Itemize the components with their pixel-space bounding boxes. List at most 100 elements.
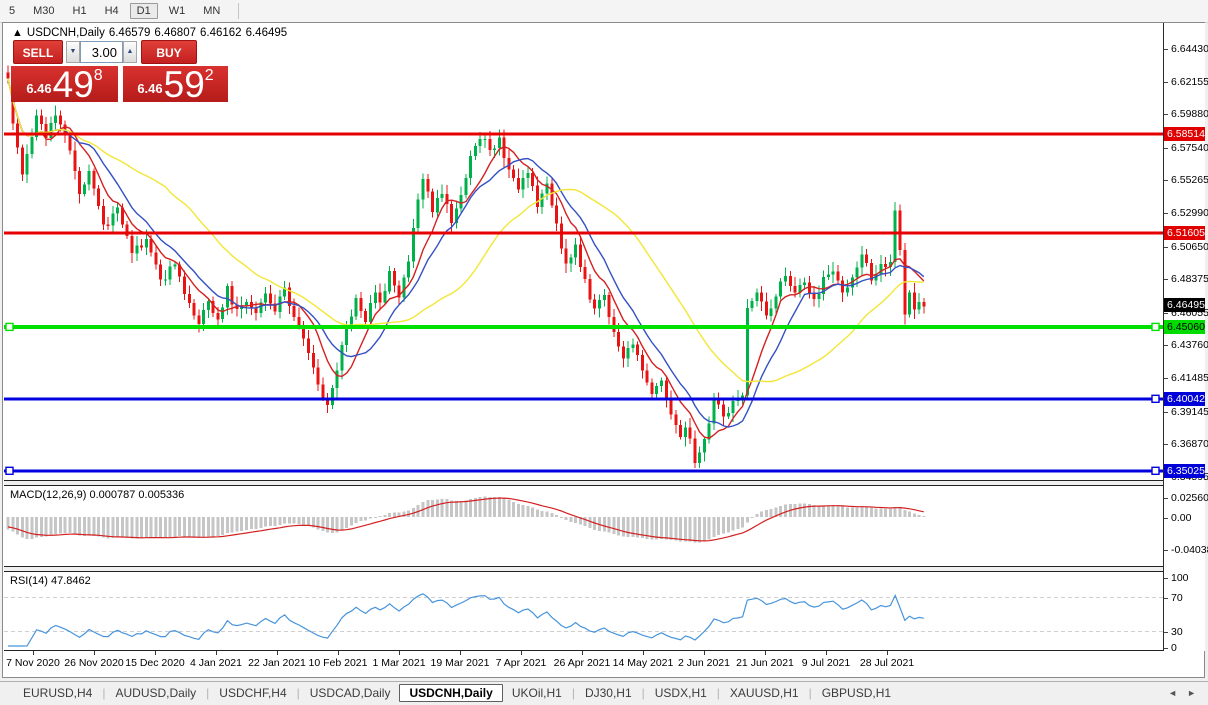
date-tick-mark <box>643 651 644 655</box>
volume-increase-button[interactable]: ▲ <box>123 41 137 63</box>
tab-usdx[interactable]: USDX,H1 <box>646 684 716 702</box>
price-tick-label: 6.39145 <box>1171 406 1208 418</box>
rsi-tick-label: 70 <box>1171 592 1183 604</box>
tab-usdchf[interactable]: USDCHF,H4 <box>210 684 295 702</box>
date-label: 7 Nov 2020 <box>6 657 60 669</box>
rsi-pane[interactable] <box>4 572 1163 650</box>
price-tick-label: 6.55265 <box>1171 174 1208 186</box>
timeframe-w1[interactable]: W1 <box>162 3 193 19</box>
tab-separator: | <box>206 686 209 700</box>
date-tick-mark <box>765 651 766 655</box>
date-label: 4 Jan 2021 <box>190 657 242 669</box>
date-tick-mark <box>521 651 522 655</box>
buy-price-pip: 2 <box>205 67 214 85</box>
hline-6.45060[interactable] <box>4 325 1163 329</box>
hline-handle-left[interactable] <box>6 323 13 330</box>
tab-usdcad[interactable]: USDCAD,Daily <box>301 684 400 702</box>
date-label: 10 Feb 2021 <box>309 657 368 669</box>
buy-button[interactable]: BUY <box>141 40 197 64</box>
price-tick-mark <box>1164 180 1168 181</box>
sell-button[interactable]: SELL <box>13 40 63 64</box>
pane-splitter-2[interactable] <box>4 566 1204 572</box>
price-badge-last: 6.46495 <box>1164 298 1205 312</box>
hline-6.58514[interactable] <box>4 132 1163 135</box>
timeframe-h4[interactable]: H4 <box>98 3 126 19</box>
tab-scroll-right-icon[interactable]: ► <box>1187 688 1196 698</box>
tab-separator: | <box>809 686 812 700</box>
tab-ukoil[interactable]: UKOil,H1 <box>503 684 571 702</box>
ohlc-close: 6.46495 <box>246 27 288 39</box>
volume-decrease-button[interactable]: ▼ <box>66 41 80 63</box>
macd-tick-label: -0.040386 <box>1171 544 1208 556</box>
tab-scroll-left-icon[interactable]: ◄ <box>1168 688 1177 698</box>
one-click-trading-toggle-icon[interactable]: ▲ <box>12 27 23 39</box>
tab-separator: | <box>102 686 105 700</box>
rsi-tick-label: 0 <box>1171 642 1177 654</box>
price-badge-resistance-2: 6.51605 <box>1164 226 1205 240</box>
sell-price-display[interactable]: 6.46 49 8 <box>11 66 118 102</box>
timeframe-h1[interactable]: H1 <box>66 3 94 19</box>
price-badge-support-2: 6.40042 <box>1164 392 1205 406</box>
buy-price-display[interactable]: 6.46 59 2 <box>123 66 228 102</box>
date-label: 26 Apr 2021 <box>554 657 611 669</box>
price-tick-label: 6.48375 <box>1171 273 1208 285</box>
date-tick-mark <box>887 651 888 655</box>
timeframe-mn[interactable]: MN <box>196 3 227 19</box>
price-tick-mark <box>1164 247 1168 248</box>
rsi-tick-mark <box>1164 648 1168 649</box>
volume-input[interactable] <box>80 41 123 63</box>
buy-price-big: 59 <box>164 70 205 100</box>
price-tick-label: 6.36870 <box>1171 438 1208 450</box>
chart-symbol-label: USDCNH,Daily <box>27 27 105 39</box>
timeframe-toolbar: 5M30 H1H4D1W1MN <box>0 0 1208 23</box>
one-click-trading-panel: SELL ▼ ▲ BUY 6.46 49 8 6.46 59 2 <box>11 40 228 102</box>
hline-handle-left[interactable] <box>6 467 13 474</box>
date-axis[interactable]: 7 Nov 202026 Nov 202015 Dec 20204 Jan 20… <box>4 651 1204 675</box>
buy-price-small: 6.46 <box>137 81 162 96</box>
tab-gbpusd[interactable]: GBPUSD,H1 <box>813 684 900 702</box>
tab-dj30[interactable]: DJ30,H1 <box>576 684 641 702</box>
date-tick-mark <box>216 651 217 655</box>
hline-6.35025[interactable] <box>4 469 1163 472</box>
timeframe-d1[interactable]: D1 <box>130 3 158 19</box>
rsi-tick-label: 100 <box>1171 572 1189 584</box>
macd-histogram <box>7 497 926 543</box>
tab-separator: | <box>717 686 720 700</box>
date-label: 22 Jan 2021 <box>248 657 306 669</box>
ohlc-open: 6.46579 <box>109 27 151 39</box>
date-label: 7 Apr 2021 <box>496 657 547 669</box>
price-tick-mark <box>1164 313 1168 314</box>
date-tick-mark <box>460 651 461 655</box>
rsi-tick-mark <box>1164 598 1168 599</box>
date-label: 19 Mar 2021 <box>431 657 490 669</box>
tab-separator: | <box>572 686 575 700</box>
tab-usdcnh[interactable]: USDCNH,Daily <box>399 684 502 702</box>
hline-handle-right[interactable] <box>1152 323 1159 330</box>
tab-audusd[interactable]: AUDUSD,Daily <box>106 684 205 702</box>
price-tick-label: 6.62155 <box>1171 76 1208 88</box>
moving-average-34 <box>8 78 924 381</box>
price-tick-mark <box>1164 213 1168 214</box>
hline-handle-right[interactable] <box>1152 395 1159 402</box>
sell-price-small: 6.46 <box>26 81 51 96</box>
hline-6.51605[interactable] <box>4 232 1163 235</box>
price-tick-mark <box>1164 412 1168 413</box>
hline-handle-right[interactable] <box>1152 467 1159 474</box>
price-tick-label: 6.50650 <box>1171 241 1208 253</box>
tab-separator: | <box>297 686 300 700</box>
price-badge-support-1: 6.45060 <box>1164 320 1205 334</box>
date-tick-mark <box>399 651 400 655</box>
timeframe-m30[interactable]: M30 <box>26 3 61 19</box>
price-tick-mark <box>1164 148 1168 149</box>
date-tick-mark <box>33 651 34 655</box>
pane-splitter-1[interactable] <box>4 480 1204 486</box>
timeframe-5[interactable]: 5 <box>2 3 22 19</box>
tab-eurusd[interactable]: EURUSD,H4 <box>14 684 101 702</box>
macd-tick-mark <box>1164 498 1168 499</box>
price-tick-mark <box>1164 82 1168 83</box>
price-tick-label: 6.41485 <box>1171 372 1208 384</box>
sell-price-big: 49 <box>53 70 94 100</box>
hline-6.40042[interactable] <box>4 397 1163 400</box>
tab-xauusd[interactable]: XAUUSD,H1 <box>721 684 808 702</box>
chart-tab-bar: EURUSD,H4|AUDUSD,Daily|USDCHF,H4|USDCAD,… <box>0 681 1208 704</box>
